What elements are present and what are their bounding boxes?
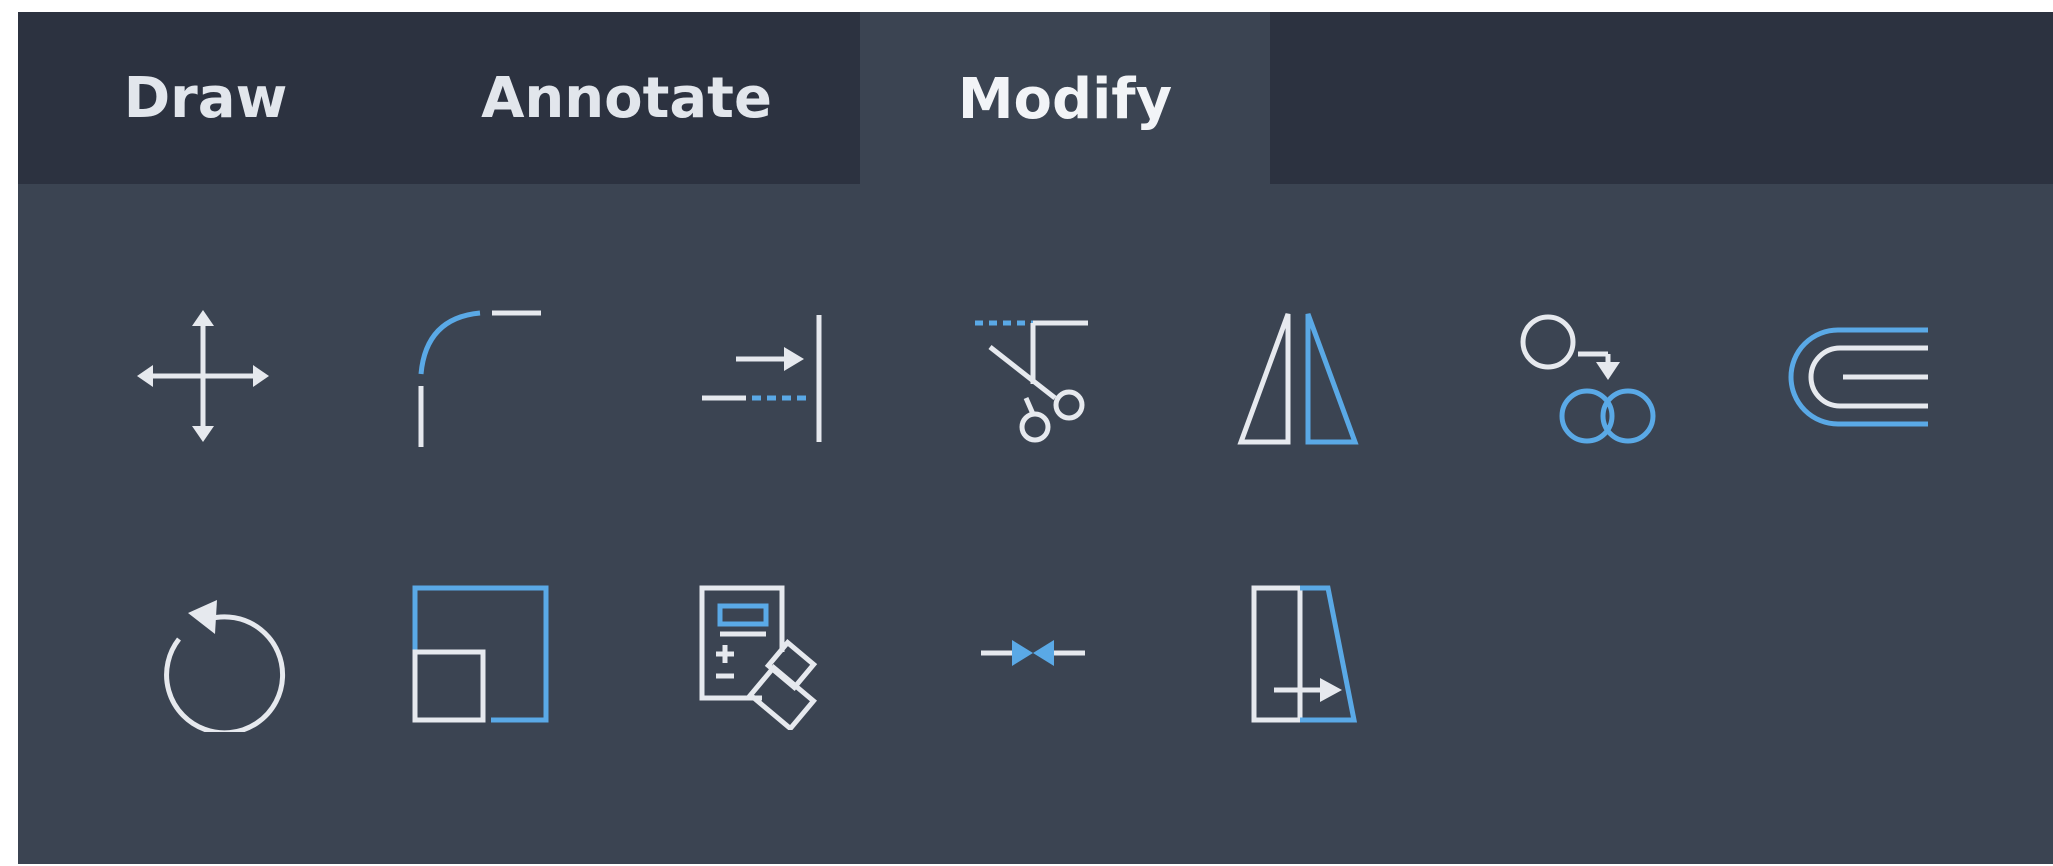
mirror-tool-button[interactable] <box>1223 302 1373 452</box>
tab-bar: Draw Annotate Modify <box>18 12 2053 186</box>
scale-tool-button[interactable] <box>403 580 553 730</box>
modify-panel: Draw Annotate Modify <box>18 12 2053 864</box>
offset-icon <box>1788 327 1928 427</box>
extend-icon <box>702 315 822 442</box>
rotate-icon <box>164 600 286 732</box>
match-properties-icon <box>699 585 818 730</box>
extend-tool-button[interactable] <box>678 302 828 452</box>
tab-draw[interactable]: Draw <box>18 12 393 184</box>
copy-tool-button[interactable] <box>1508 302 1658 452</box>
join-icon <box>981 640 1085 666</box>
fillet-tool-button[interactable] <box>391 302 541 452</box>
trim-tool-button[interactable] <box>953 302 1103 452</box>
stretch-tool-button[interactable] <box>1240 580 1390 730</box>
fillet-icon <box>418 310 541 447</box>
copy-icon <box>1520 314 1656 444</box>
mirror-icon <box>1237 313 1359 445</box>
tab-modify[interactable]: Modify <box>860 12 1270 186</box>
rotate-tool-button[interactable] <box>148 582 298 732</box>
match-properties-tool-button[interactable] <box>678 580 828 730</box>
tab-annotate[interactable]: Annotate <box>393 12 860 184</box>
move-icon <box>137 310 269 442</box>
stretch-icon <box>1251 585 1358 723</box>
scale-icon <box>412 585 549 723</box>
trim-icon <box>975 320 1088 443</box>
offset-tool-button[interactable] <box>1783 302 1933 452</box>
join-tool-button[interactable] <box>958 580 1108 730</box>
move-tool-button[interactable] <box>128 302 278 452</box>
